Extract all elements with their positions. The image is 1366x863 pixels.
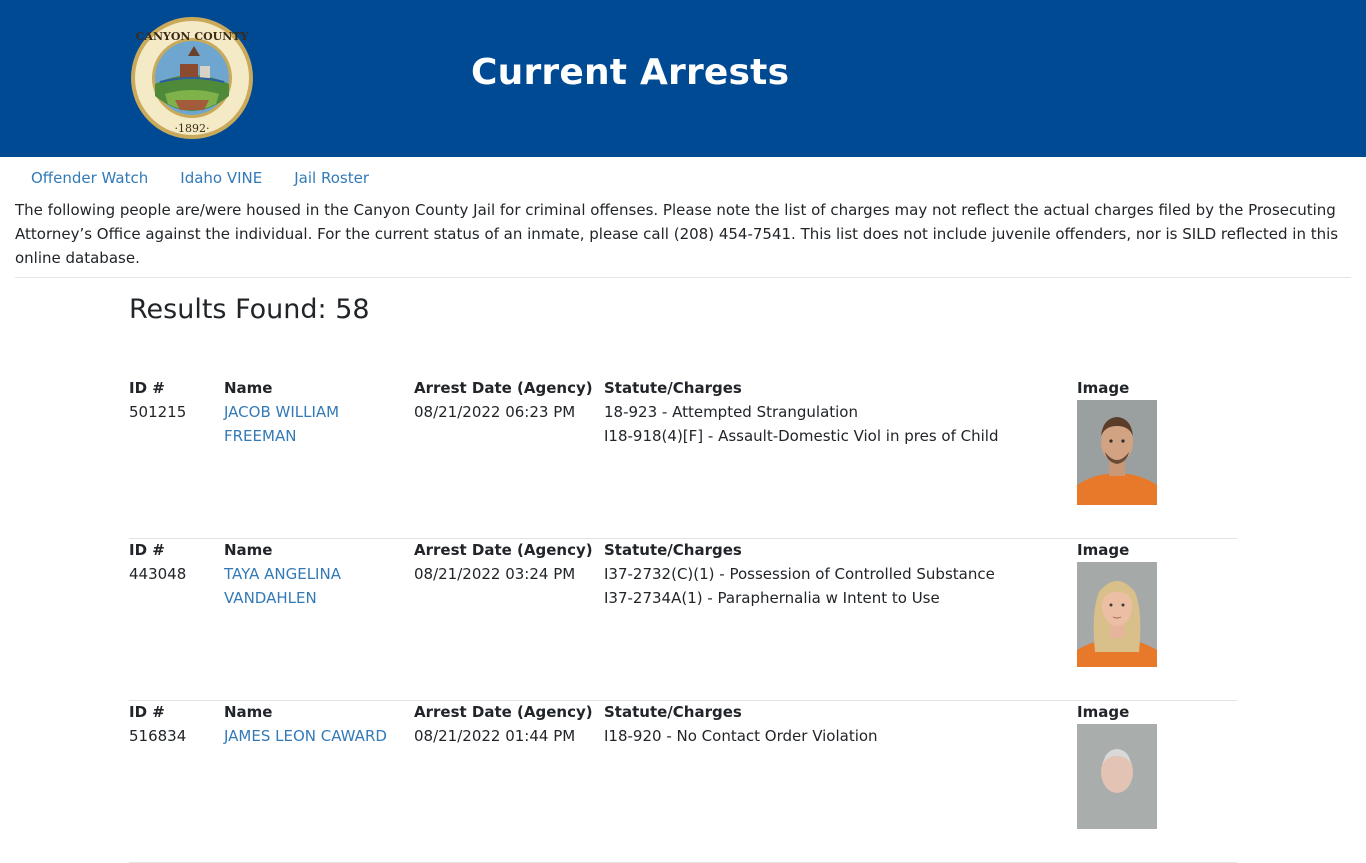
- charge-item: I18-920 - No Contact Order Violation: [604, 727, 878, 745]
- record-id-col: ID # 443048: [129, 538, 219, 586]
- mugshot-image[interactable]: [1077, 400, 1157, 505]
- record-name-link[interactable]: JAMES LEON CAWARD: [224, 724, 399, 748]
- image-header: Image: [1077, 541, 1130, 559]
- record-image-col: Image: [1077, 700, 1177, 829]
- arrest-date: 08/21/2022 06:23 PM: [414, 403, 576, 421]
- record-name-col: Name JACOB WILLIAM FREEMAN: [224, 376, 399, 448]
- record-charges-col: Statute/Charges 18-923 - Attempted Stran…: [604, 376, 1064, 448]
- arrest-record: ID # 516834 Name JAMES LEON CAWARD Arres…: [129, 700, 1237, 863]
- record-name-link[interactable]: TAYA ANGELINA: [224, 562, 399, 586]
- id-header: ID #: [129, 541, 165, 559]
- intro-text: The following people are/were housed in …: [15, 201, 1339, 267]
- charge-item: I37-2732(C)(1) - Possession of Controlle…: [604, 565, 995, 583]
- record-charges-col: Statute/Charges I37-2732(C)(1) - Possess…: [604, 538, 1064, 610]
- record-id: 516834: [129, 727, 187, 745]
- charges-header: Statute/Charges: [604, 379, 742, 397]
- image-header: Image: [1077, 379, 1130, 397]
- record-date-col: Arrest Date (Agency) 08/21/2022 01:44 PM: [414, 700, 594, 748]
- record-charges-col: Statute/Charges I18-920 - No Contact Ord…: [604, 700, 1064, 748]
- arrest-record: ID # 443048 Name TAYA ANGELINA VANDAHLEN…: [129, 538, 1237, 701]
- arrest-date: 08/21/2022 03:24 PM: [414, 565, 576, 583]
- section-divider: [15, 277, 1351, 278]
- record-name-link[interactable]: VANDAHLEN: [224, 586, 399, 610]
- page-title: Current Arrests: [471, 52, 790, 93]
- charge-item: 18-923 - Attempted Strangulation: [604, 403, 858, 421]
- date-header: Arrest Date (Agency): [414, 703, 593, 721]
- id-header: ID #: [129, 703, 165, 721]
- charges-header: Statute/Charges: [604, 541, 742, 559]
- date-header: Arrest Date (Agency): [414, 541, 593, 559]
- svg-text:CANYON COUNTY: CANYON COUNTY: [136, 30, 249, 43]
- record-date-col: Arrest Date (Agency) 08/21/2022 06:23 PM: [414, 376, 594, 424]
- id-header: ID #: [129, 379, 165, 397]
- record-name-link[interactable]: JACOB WILLIAM: [224, 400, 399, 424]
- record-name-col: Name TAYA ANGELINA VANDAHLEN: [224, 538, 399, 610]
- record-image-col: Image: [1077, 538, 1177, 667]
- record-image-col: Image: [1077, 376, 1177, 505]
- charge-item: I37-2734A(1) - Paraphernalia w Intent to…: [604, 589, 940, 607]
- mugshot-image[interactable]: [1077, 562, 1157, 667]
- nav-idaho-vine-link[interactable]: Idaho VINE: [164, 166, 278, 190]
- record-date-col: Arrest Date (Agency) 08/21/2022 03:24 PM: [414, 538, 594, 586]
- svg-text:·1892·: ·1892·: [175, 122, 210, 135]
- charge-item: I18-918(4)[F] - Assault-Domestic Viol in…: [604, 427, 999, 445]
- record-name-link[interactable]: FREEMAN: [224, 424, 399, 448]
- nav-jail-roster-link[interactable]: Jail Roster: [278, 166, 385, 190]
- record-id-col: ID # 501215: [129, 376, 219, 424]
- county-seal-logo[interactable]: CANYON COUNTY ·1892·: [130, 16, 254, 140]
- date-header: Arrest Date (Agency): [414, 379, 593, 397]
- record-id-col: ID # 516834: [129, 700, 219, 748]
- record-id: 443048: [129, 565, 187, 583]
- record-id: 501215: [129, 403, 187, 421]
- results-count: Results Found: 58: [129, 294, 370, 325]
- nav-offender-watch-link[interactable]: Offender Watch: [15, 166, 164, 190]
- record-name-col: Name JAMES LEON CAWARD: [224, 700, 399, 748]
- site-header: CANYON COUNTY ·1892· Current Arrests: [0, 0, 1366, 157]
- image-header: Image: [1077, 703, 1130, 721]
- name-header: Name: [224, 703, 273, 721]
- name-header: Name: [224, 379, 273, 397]
- charges-header: Statute/Charges: [604, 703, 742, 721]
- name-header: Name: [224, 541, 273, 559]
- top-nav: Offender Watch Idaho VINE Jail Roster: [15, 166, 385, 190]
- arrest-date: 08/21/2022 01:44 PM: [414, 727, 576, 745]
- mugshot-image[interactable]: [1077, 724, 1157, 829]
- arrest-record: ID # 501215 Name JACOB WILLIAM FREEMAN A…: [129, 376, 1237, 539]
